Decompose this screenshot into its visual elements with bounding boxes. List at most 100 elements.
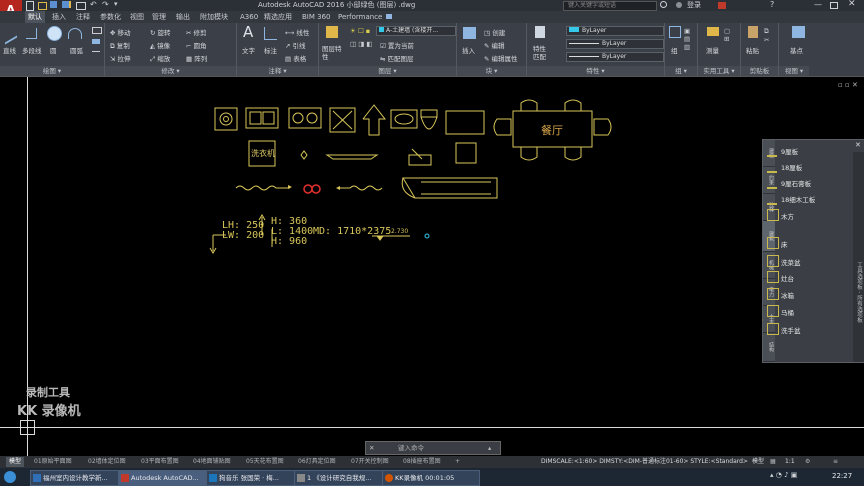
layers-group-label[interactable]: 图层 ▾ bbox=[319, 66, 456, 76]
modify-group-label[interactable]: 修改 ▾ bbox=[105, 66, 236, 76]
tab-addins[interactable]: 附加模块 bbox=[200, 11, 228, 23]
linetype-dropdown[interactable]: ByLayer bbox=[566, 39, 664, 49]
polyline-button[interactable]: 多段线 bbox=[22, 45, 42, 55]
search-icon[interactable] bbox=[660, 1, 667, 8]
grid-icon[interactable]: ▦ bbox=[770, 457, 776, 467]
taskbar-item-document[interactable]: 1 《设计研究自我规... bbox=[294, 470, 392, 486]
layer-dropdown[interactable]: A-土建墙 (含楼开... bbox=[376, 26, 456, 36]
redo-icon[interactable]: ↷ bbox=[102, 0, 109, 9]
dining-room-label[interactable]: 餐厅 bbox=[541, 122, 563, 138]
save-icon[interactable] bbox=[50, 1, 57, 8]
tab-manage[interactable]: 管理 bbox=[152, 11, 166, 23]
cabinet-box-symbol[interactable] bbox=[455, 142, 477, 164]
command-input[interactable]: 键入命令 bbox=[398, 442, 424, 454]
layout-tab-3[interactable]: 03平面布置图 bbox=[141, 457, 179, 467]
qat-dropdown-icon[interactable]: ▾ bbox=[114, 0, 118, 8]
lineweight-dropdown[interactable]: ByLayer bbox=[566, 52, 664, 62]
hot-water-line-symbol[interactable] bbox=[235, 185, 290, 191]
saveas-icon[interactable] bbox=[62, 1, 71, 8]
view-group-label[interactable]: 视图 ▾ bbox=[779, 66, 809, 76]
taskbar-item-browser[interactable]: 福州室内设计教学新... bbox=[30, 470, 128, 486]
palette-close-icon[interactable]: ✕ bbox=[855, 141, 861, 149]
annotation-scale[interactable]: 1:1 bbox=[785, 457, 795, 467]
scale-button[interactable]: ⤢ 缩放 bbox=[150, 53, 170, 64]
layer-tools-icons[interactable]: ◫ ◨ ◧ bbox=[350, 40, 373, 48]
text-icon[interactable]: A bbox=[243, 23, 253, 41]
tab-insert[interactable]: 插入 bbox=[52, 11, 66, 23]
water-heater-symbol[interactable] bbox=[408, 148, 432, 166]
floor-drain-symbol[interactable] bbox=[214, 107, 238, 131]
layout-tab-6[interactable]: 06灯具定位图 bbox=[298, 457, 336, 467]
palette-tab-structural[interactable]: 结构 bbox=[763, 333, 775, 362]
groups-group-label[interactable]: 组 ▾ bbox=[665, 66, 697, 76]
utility-tools-icons[interactable]: ▢ ⊞ bbox=[724, 27, 730, 43]
command-close-icon[interactable]: ✕ bbox=[369, 442, 374, 454]
color-dropdown[interactable]: ByLayer bbox=[566, 26, 664, 36]
group-tools-icons[interactable]: ▣ ▤ ▥ bbox=[684, 27, 690, 51]
group-icon[interactable] bbox=[669, 26, 681, 38]
paste-button[interactable]: 粘贴 bbox=[746, 45, 759, 55]
move-button[interactable]: ✥ 移动 bbox=[110, 27, 131, 37]
command-line[interactable]: ✕ 键入命令 ▴ bbox=[365, 441, 501, 455]
tab-performance[interactable]: Performance bbox=[338, 11, 382, 23]
block-group-label[interactable]: 块 ▾ bbox=[457, 66, 526, 76]
tab-featured-apps[interactable]: 精选应用 bbox=[264, 11, 292, 23]
tab-bim360[interactable]: BIM 360 bbox=[302, 11, 331, 23]
draw-more-icon[interactable] bbox=[92, 51, 100, 55]
layout-tab-7[interactable]: 07开关控制图 bbox=[351, 457, 389, 467]
tab-home[interactable]: 默认 bbox=[25, 11, 45, 23]
copy-button[interactable]: ⧉ 复制 bbox=[110, 40, 130, 51]
washer-label[interactable]: 洗衣机 bbox=[251, 148, 275, 159]
tab-annotate[interactable]: 注释 bbox=[76, 11, 90, 23]
fillet-button[interactable]: ⌐ 圆角 bbox=[186, 40, 207, 50]
insert-button[interactable]: 插入 bbox=[462, 45, 475, 55]
tray-icons[interactable]: ▴ ◔ ♪ ▣ bbox=[770, 471, 797, 479]
measure-icon[interactable] bbox=[707, 27, 719, 36]
layer-state-icons[interactable]: ☀ ☐ ▪ bbox=[350, 27, 370, 35]
drawing-canvas[interactable]: ▫ ▫ ✕ 餐厅 洗衣机 LH: 250 LW: 200 H: 360 L: 1… bbox=[0, 77, 864, 456]
dim-h2[interactable]: H: 960 bbox=[271, 236, 307, 247]
double-sink-symbol[interactable] bbox=[245, 107, 279, 129]
new-icon[interactable] bbox=[26, 1, 34, 11]
taskbar-item-recorder[interactable]: KK录像机 00:01:05 bbox=[382, 470, 480, 486]
measure-button[interactable]: 测量 bbox=[706, 45, 719, 55]
search-input[interactable]: 键入关键字或短语 bbox=[568, 2, 616, 10]
login-link[interactable]: 登录 bbox=[687, 0, 701, 11]
start-button[interactable] bbox=[4, 471, 16, 483]
undo-icon[interactable]: ↶ bbox=[90, 0, 97, 9]
tab-a360[interactable]: A360 bbox=[240, 11, 258, 23]
edit-block-button[interactable]: ✎ 编辑 bbox=[484, 40, 505, 50]
viewport-controls[interactable]: ▫ ▫ ✕ bbox=[838, 81, 858, 89]
mirror-button[interactable]: ◭ 镜像 bbox=[150, 40, 170, 50]
text-button[interactable]: 文字 bbox=[242, 45, 255, 55]
search-box[interactable]: 键入关键字或短语 bbox=[563, 1, 657, 11]
match-properties-button[interactable]: 特性匹配 bbox=[533, 45, 549, 61]
command-dropdown-icon[interactable]: ▴ bbox=[488, 442, 491, 454]
tab-output[interactable]: 输出 bbox=[176, 11, 190, 23]
leader-button[interactable]: ↗ 引线 bbox=[285, 40, 306, 50]
base-point-icon[interactable] bbox=[792, 26, 805, 38]
polyline-icon[interactable] bbox=[26, 28, 37, 39]
draw-hatch-icon[interactable] bbox=[92, 39, 100, 44]
maximize-button[interactable] bbox=[830, 2, 838, 9]
line-button[interactable]: 直线 bbox=[3, 45, 16, 55]
clock[interactable]: 22:27 bbox=[832, 472, 852, 480]
layout-tab-1[interactable]: 01原始平面图 bbox=[34, 457, 72, 467]
gas-stove-symbol[interactable] bbox=[288, 107, 322, 129]
taskbar-item-autocad[interactable]: Autodesk AutoCAD... bbox=[118, 470, 216, 486]
washer-box-symbol[interactable] bbox=[329, 107, 356, 133]
toilet-symbol[interactable] bbox=[420, 109, 438, 130]
utilities-group-label[interactable]: 实用工具 ▾ bbox=[698, 66, 740, 76]
dim-md[interactable]: MD: 1710*2375 bbox=[313, 226, 391, 237]
linear-button[interactable]: ⟷ 线性 bbox=[285, 27, 309, 37]
arc-button[interactable]: 圆弧 bbox=[70, 45, 83, 55]
ribbon-toggle-icon[interactable] bbox=[386, 14, 392, 19]
clipboard-group-label[interactable]: 剪贴板 bbox=[741, 66, 778, 76]
tv-symbol[interactable] bbox=[445, 110, 485, 135]
layout-tab-2[interactable]: 02墙体定位图 bbox=[88, 457, 126, 467]
group-button[interactable]: 组 bbox=[671, 45, 678, 55]
circle-icon[interactable] bbox=[47, 26, 62, 41]
plot-icon[interactable] bbox=[76, 2, 86, 10]
trim-button[interactable]: ✂ 修剪 bbox=[186, 27, 207, 37]
match-layer-button[interactable]: ⇋ 匹配图层 bbox=[380, 53, 414, 63]
